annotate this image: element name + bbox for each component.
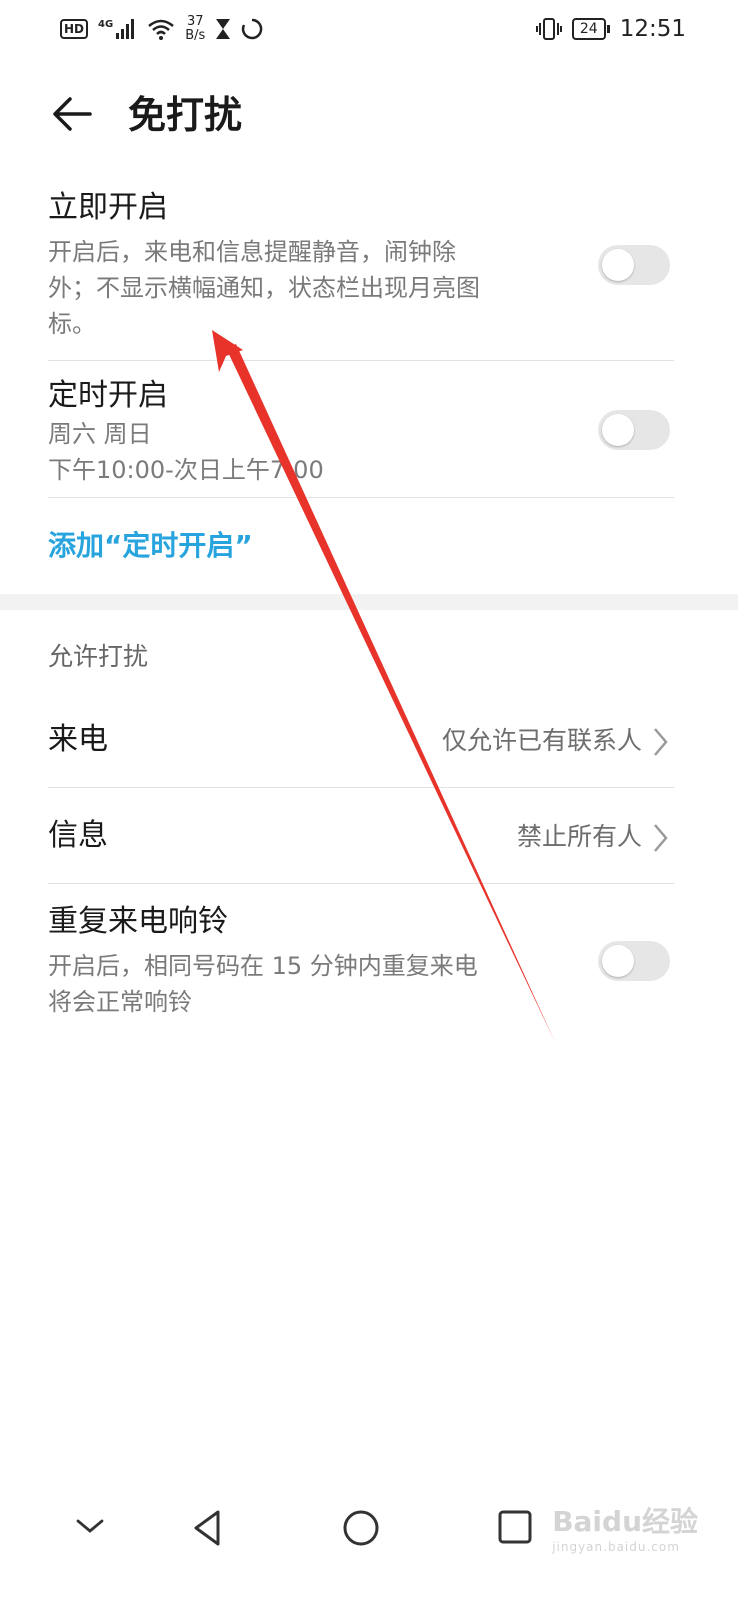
divider — [48, 883, 674, 884]
toggle-knob — [602, 414, 634, 446]
messages-title: 信息 — [48, 818, 108, 853]
calls-row[interactable]: 来电 仅允许已有联系人 — [48, 718, 674, 764]
hourglass-icon — [216, 19, 231, 39]
chevron-down-icon[interactable] — [74, 1510, 106, 1542]
clock: 12:51 — [619, 16, 686, 42]
vibrate-icon — [535, 18, 562, 40]
repeat-calls-toggle[interactable] — [598, 941, 670, 981]
messages-row[interactable]: 信息 禁止所有人 — [48, 814, 674, 860]
immediate-desc-line2: 外；不显示横幅通知，状态栏出现月亮图 — [48, 274, 480, 302]
scheduled-toggle[interactable] — [598, 410, 670, 450]
status-left: HD 4G 37 B/s — [60, 12, 263, 46]
calls-value: 仅允许已有联系人 — [441, 726, 642, 755]
back-button[interactable] — [50, 92, 98, 136]
repeat-calls-row[interactable]: 重复来电响铃 开启后，相同号码在 15 分钟内重复来电 将会正常响铃 — [48, 902, 588, 1020]
immediate-desc-line1: 开启后，来电和信息提醒静音，闹钟除 — [48, 238, 456, 266]
chevron-right-icon — [654, 728, 668, 756]
repeat-calls-desc-line1: 开启后，相同号码在 15 分钟内重复来电 — [48, 952, 478, 980]
watermark-url: jingyan.baidu.com — [552, 1540, 680, 1554]
arrow-left-icon — [53, 97, 92, 131]
back-triangle-icon[interactable] — [188, 1508, 228, 1548]
allow-section-label: 允许打扰 — [48, 642, 149, 671]
scheduled-days: 周六 周日 — [48, 420, 152, 448]
scheduled-row[interactable]: 定时开启 周六 周日 下午10:00-次日上午7:00 — [48, 376, 588, 488]
toggle-knob — [602, 945, 634, 977]
messages-value: 禁止所有人 — [516, 822, 642, 851]
immediate-row[interactable]: 立即开启 开启后，来电和信息提醒静音，闹钟除 外；不显示横幅通知，状态栏出现月亮… — [48, 188, 588, 342]
calls-title: 来电 — [48, 722, 108, 757]
repeat-calls-desc-line2: 将会正常响铃 — [48, 988, 192, 1016]
wifi-icon — [148, 19, 174, 40]
home-circle-icon[interactable] — [341, 1508, 381, 1548]
divider — [48, 360, 674, 361]
add-schedule-link[interactable]: 添加“定时开启” — [48, 525, 253, 567]
chevron-right-icon — [654, 824, 668, 852]
watermark: Baidu经验 jingyan.baidu.com — [552, 1500, 698, 1554]
section-separator — [0, 594, 738, 610]
speed-value: 37 — [186, 14, 204, 29]
immediate-title: 立即开启 — [48, 190, 168, 225]
battery-icon: 24 — [571, 18, 610, 40]
network-type-label: 4G — [98, 19, 114, 30]
network-speed: 37 B/s — [185, 15, 205, 43]
hd-icon: HD — [60, 19, 89, 39]
battery-level: 24 — [571, 18, 606, 40]
divider — [48, 497, 674, 498]
repeat-calls-title: 重复来电响铃 — [48, 904, 228, 939]
watermark-brand: Baidu经验 — [552, 1505, 698, 1538]
page-title: 免打扰 — [128, 93, 243, 137]
status-right: 24 12:51 — [535, 12, 686, 46]
recents-square-icon[interactable] — [497, 1509, 533, 1545]
divider — [48, 787, 674, 788]
sync-icon — [242, 18, 263, 40]
speed-unit: B/s — [185, 28, 206, 43]
immediate-desc-line3: 标。 — [48, 310, 96, 338]
toggle-knob — [602, 249, 634, 281]
scheduled-time: 下午10:00-次日上午7:00 — [48, 456, 324, 484]
scheduled-title: 定时开启 — [48, 378, 168, 413]
immediate-toggle[interactable] — [598, 245, 670, 285]
status-bar: HD 4G 37 B/s 24 12:51 — [0, 0, 738, 60]
signal-icon: 4G — [98, 19, 137, 39]
